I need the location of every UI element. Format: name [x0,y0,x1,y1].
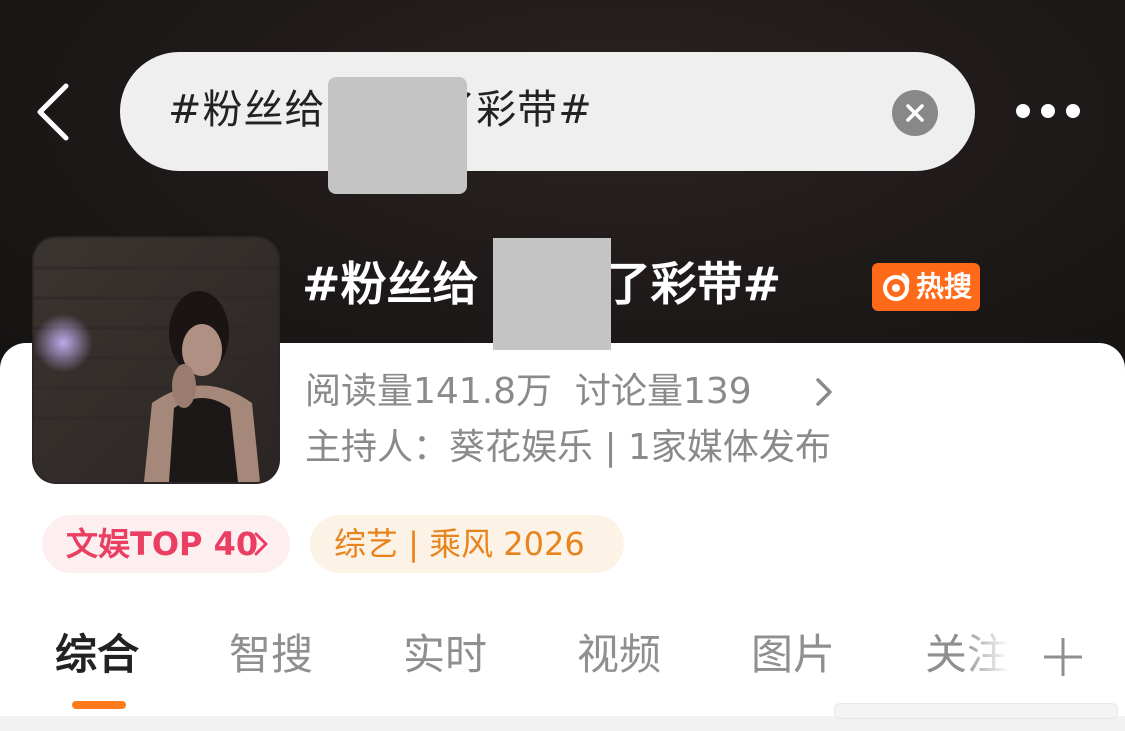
redaction-block [328,77,467,194]
plus-icon [1044,638,1082,676]
tab-images[interactable]: 图片 [751,626,835,684]
stats-detail-button[interactable] [812,376,836,408]
more-dot [1066,104,1080,118]
tab-realtime[interactable]: 实时 [403,626,487,684]
entertainment-rank-label: 文娱TOP 40 [66,525,259,563]
fire-ring-icon [883,272,910,301]
back-button[interactable] [30,78,80,146]
scroll-pill[interactable] [834,703,1118,719]
variety-show-label: 综艺 | 乘风 2026 [334,525,585,563]
clear-search-button[interactable] [892,90,938,136]
topic-stats: 阅读量141.8万 讨论量139 [305,371,752,412]
tab-comprehensive[interactable]: 综合 [55,626,139,684]
more-dot [1016,104,1030,118]
topic-cover-image[interactable] [34,238,278,482]
chevron-right-icon [254,532,268,556]
hot-search-label: 热搜 [916,270,973,303]
cover-photo [34,238,278,482]
hot-search-badge: 热搜 [872,263,980,311]
search-bar[interactable]: #粉丝给 了彩带# [120,52,975,171]
tab-overflow-fade [960,615,1030,695]
close-icon [906,104,924,122]
topic-host-info: 主持人：葵花娱乐 | 1家媒体发布 [305,427,831,468]
redaction-block [493,238,611,350]
tab-smart-search[interactable]: 智搜 [229,626,313,684]
chevron-right-icon [816,378,832,406]
active-tab-indicator [72,701,126,709]
tab-video[interactable]: 视频 [577,626,661,684]
more-button[interactable] [1012,94,1084,130]
chevron-left-icon [37,83,69,141]
variety-show-tag[interactable]: 综艺 | 乘风 2026 [310,515,624,573]
entertainment-rank-tag[interactable]: 文娱TOP 40 [42,515,290,573]
add-tab-button[interactable] [1040,634,1086,680]
more-dot [1041,104,1055,118]
